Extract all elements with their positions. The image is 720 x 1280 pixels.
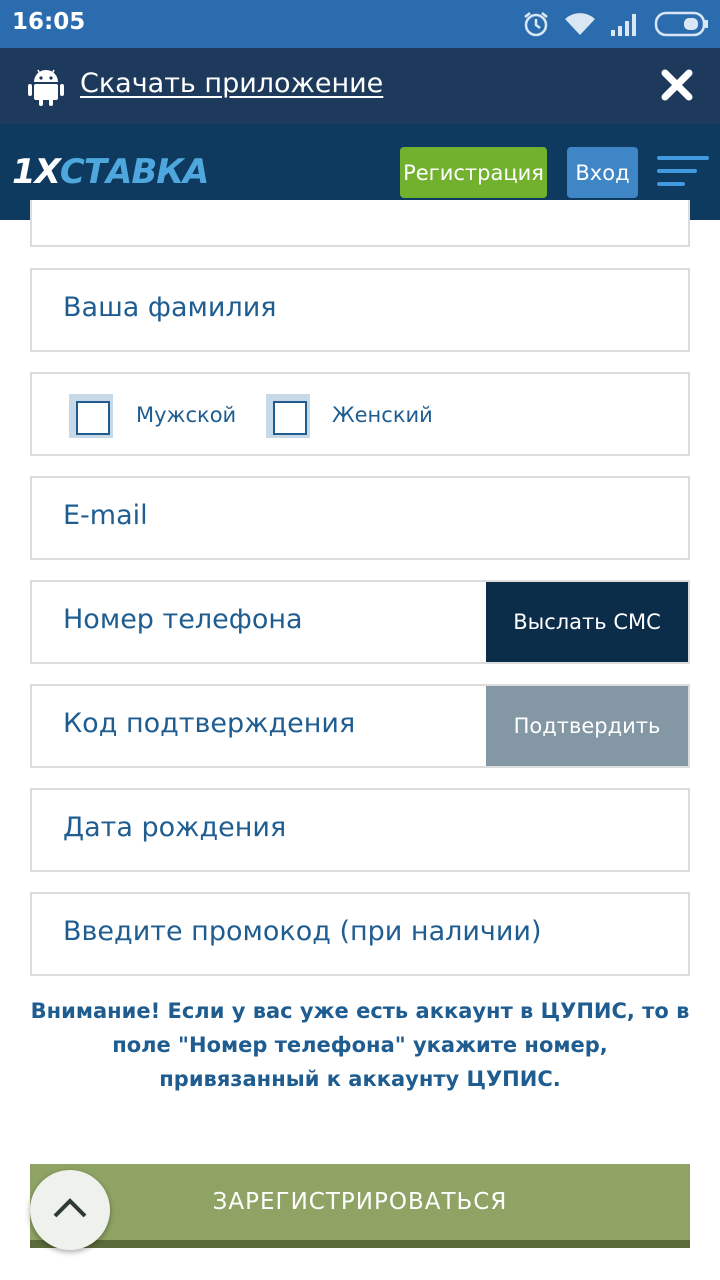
confirm-button[interactable]: Подтвердить: [486, 686, 688, 766]
cupis-notice: Внимание! Если у вас уже есть аккаунт в …: [30, 999, 690, 1091]
previous-field[interactable]: [30, 200, 690, 247]
surname-placeholder: Ваша фамилия: [63, 292, 277, 323]
close-icon[interactable]: [660, 68, 694, 102]
send-sms-button[interactable]: Выслать СМС: [486, 582, 688, 662]
register-button[interactable]: Регистрация: [400, 147, 547, 198]
alarm-icon: [524, 12, 548, 37]
email-field[interactable]: E-mail: [30, 476, 690, 560]
phone-field[interactable]: Номер телефона Выслать СМС: [30, 580, 690, 664]
surname-field[interactable]: Ваша фамилия: [30, 268, 690, 352]
birthdate-field[interactable]: Дата рождения: [30, 788, 690, 872]
app-download-banner: Скачать приложение: [0, 48, 720, 124]
male-checkbox[interactable]: [69, 394, 113, 438]
male-label[interactable]: Мужской: [136, 403, 236, 427]
chevron-up-icon: [53, 1198, 87, 1218]
battery-icon: [654, 11, 708, 37]
confirmation-code-field[interactable]: Код подтверждения Подтвердить: [30, 684, 690, 768]
phone-placeholder: Номер телефона: [63, 604, 303, 635]
wifi-icon: [565, 13, 595, 36]
confirmation-code-placeholder: Код подтверждения: [63, 708, 356, 739]
signal-icon: [611, 14, 636, 36]
android-icon: [28, 69, 64, 106]
status-time: 16:05: [12, 9, 86, 35]
logo-part-stavka: СТАВКА: [59, 152, 209, 192]
email-placeholder: E-mail: [63, 500, 148, 531]
submit-register-button[interactable]: ЗАРЕГИСТРИРОВАТЬСЯ: [30, 1164, 690, 1248]
birthdate-placeholder: Дата рождения: [63, 812, 287, 843]
brand-logo[interactable]: 1X СТАВКА: [12, 152, 209, 192]
scroll-to-top-button[interactable]: [30, 1170, 110, 1250]
hamburger-menu-icon[interactable]: [657, 156, 709, 188]
female-label[interactable]: Женский: [332, 403, 433, 427]
female-checkbox[interactable]: [266, 394, 310, 438]
gender-selector: Мужской Женский: [30, 372, 690, 456]
promo-code-placeholder: Введите промокод (при наличии): [63, 916, 542, 947]
status-bar: 16:05: [0, 0, 720, 48]
logo-part-1x: 1X: [12, 152, 61, 192]
promo-code-field[interactable]: Введите промокод (при наличии): [30, 892, 690, 976]
download-app-link[interactable]: Скачать приложение: [80, 68, 383, 99]
status-icons: [522, 8, 710, 40]
login-button[interactable]: Вход: [567, 147, 638, 198]
